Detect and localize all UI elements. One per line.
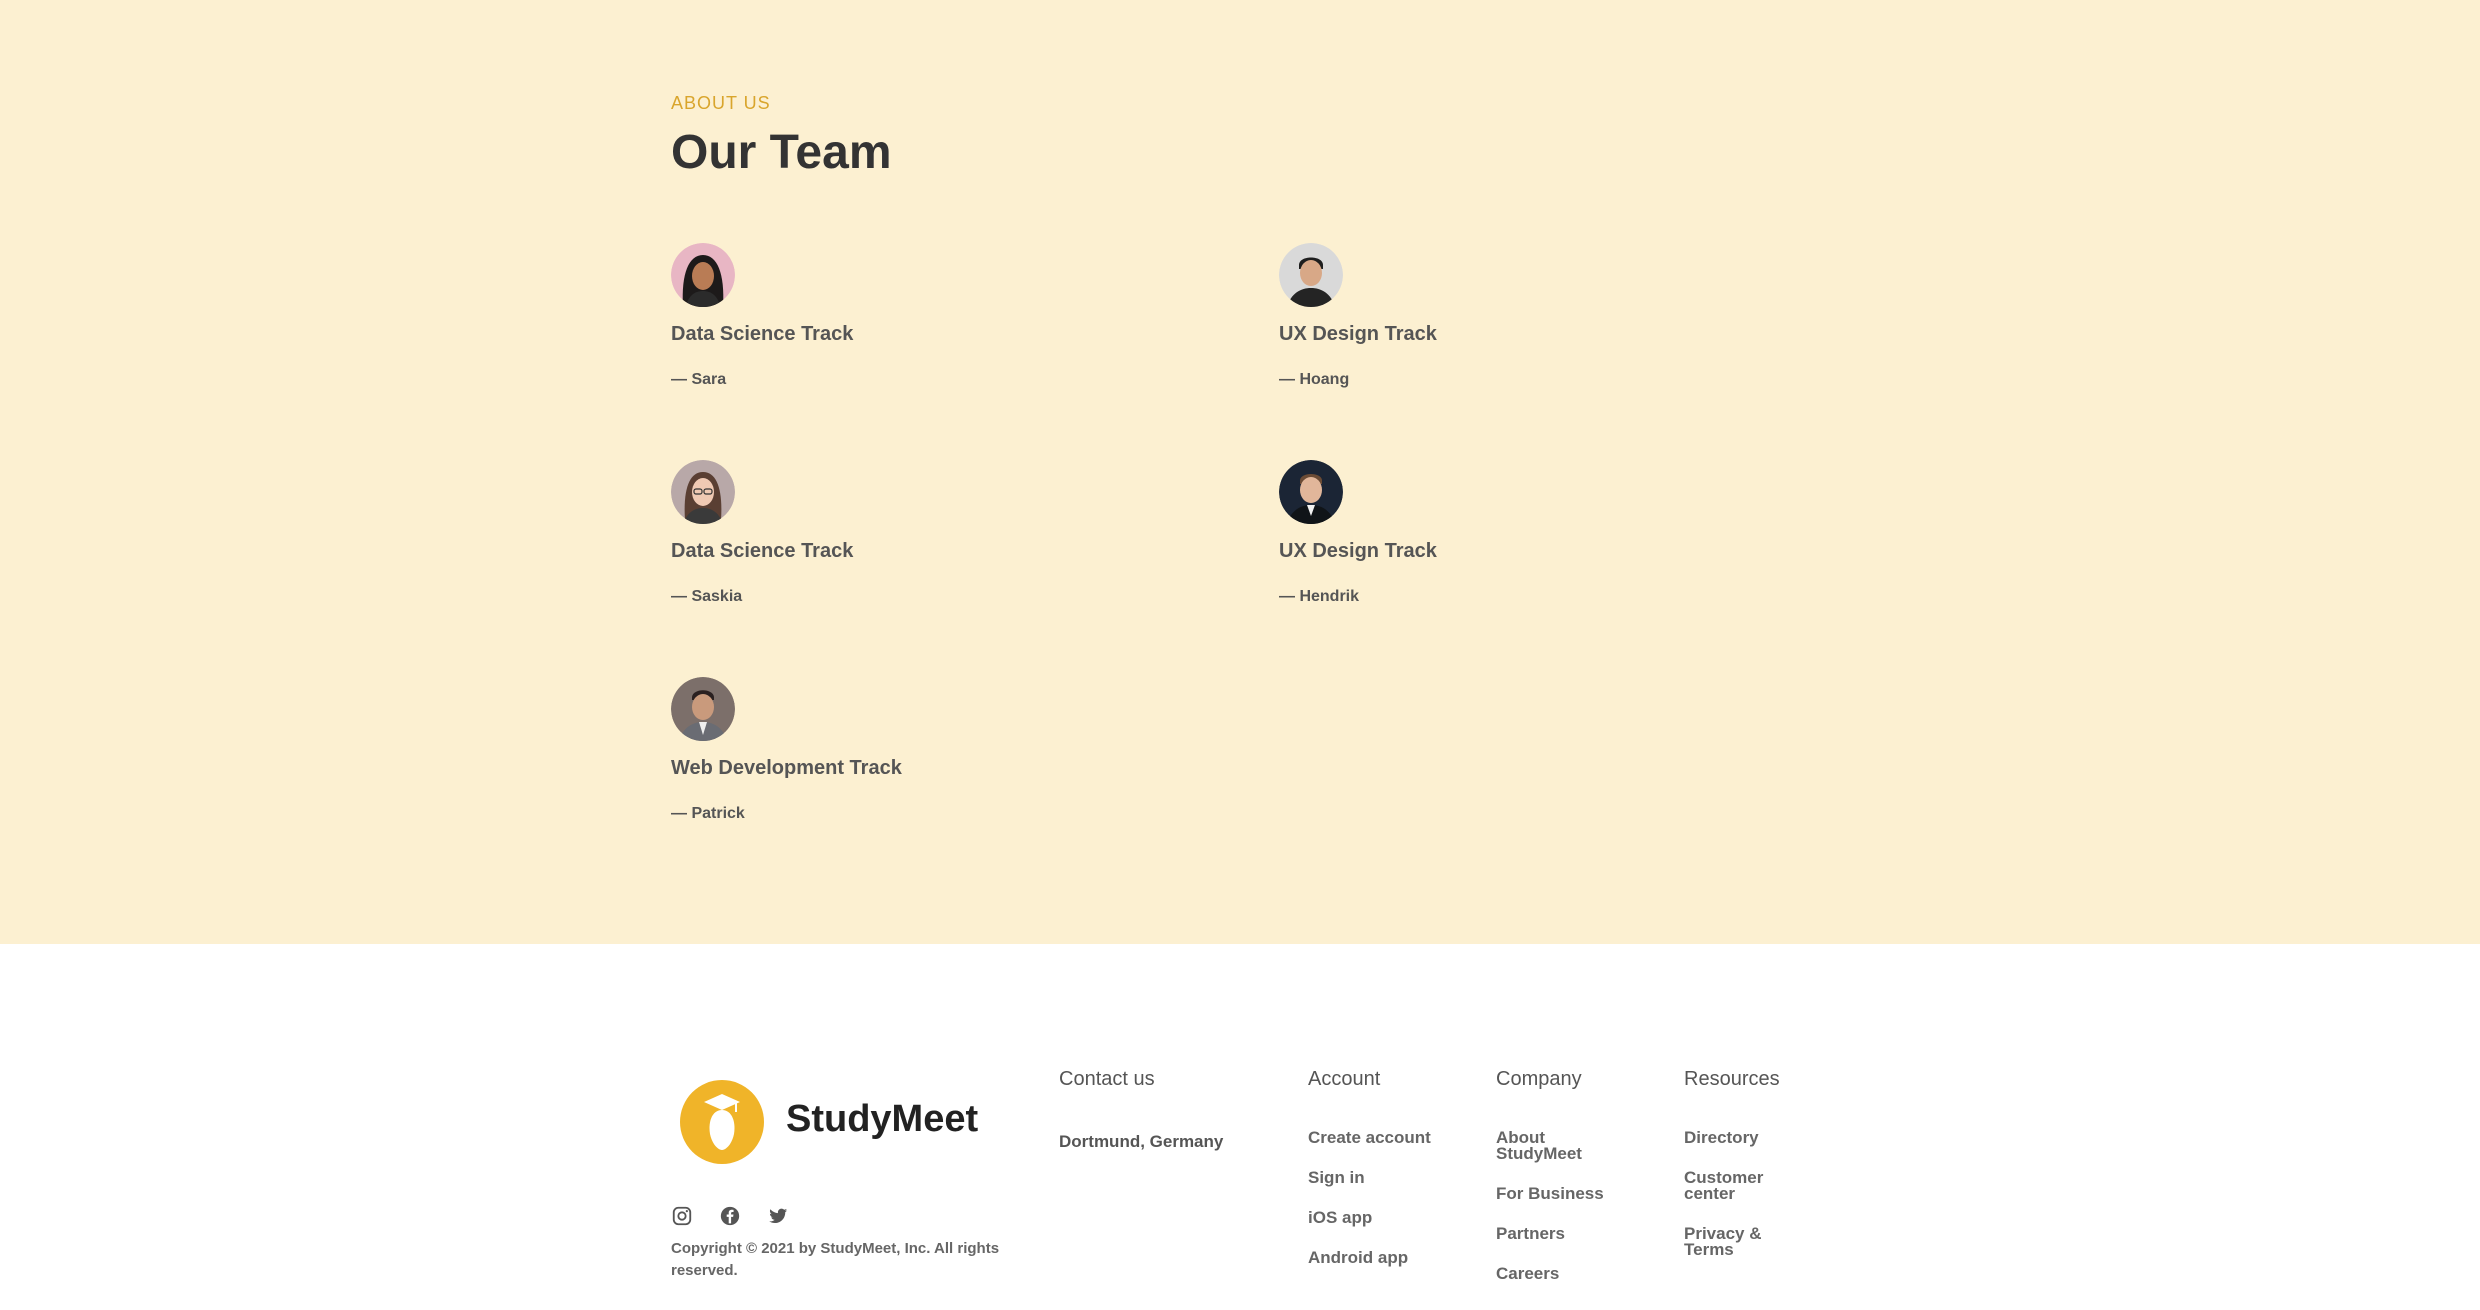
link-android-app[interactable]: Android app (1308, 1249, 1408, 1266)
member-name: — Hoang (1279, 371, 1350, 388)
avatar (1279, 460, 1343, 524)
link-careers[interactable]: Careers (1496, 1265, 1559, 1282)
facebook-icon[interactable] (719, 1205, 741, 1227)
section-eyebrow: ABOUT US (671, 93, 771, 113)
team-member-card: UX Design Track — Hoang (1279, 243, 1779, 388)
contact-address: Dortmund, Germany (1059, 1132, 1224, 1151)
team-member-card: UX Design Track — Hendrik (1279, 460, 1779, 605)
link-for-business[interactable]: For Business (1496, 1185, 1604, 1202)
member-name: — Hendrik (1279, 588, 1360, 605)
page-title: Our Team (671, 126, 892, 179)
team-member-card: Data Science Track — Saskia (671, 460, 1171, 605)
link-about-studymeet[interactable]: About StudyMeet (1496, 1129, 1606, 1162)
avatar (1279, 243, 1343, 307)
brand-name[interactable]: StudyMeet (786, 1098, 978, 1141)
member-track: UX Design Track (1279, 323, 1437, 345)
footer-contact-column: Contact us Dortmund, Germany (1059, 1068, 1223, 1151)
twitter-icon[interactable] (767, 1205, 789, 1227)
link-customer-center[interactable]: Customer center (1684, 1169, 1784, 1202)
member-name: — Patrick (671, 805, 745, 822)
member-track: Data Science Track (671, 323, 854, 345)
member-track: Data Science Track (671, 540, 854, 562)
footer-company-column: Company About StudyMeet For Business Par… (1496, 1068, 1636, 1282)
footer-account-column: Account Create account Sign in iOS app A… (1308, 1068, 1458, 1266)
team-member-card: Data Science Track — Sara (671, 243, 1171, 388)
footer-resources-column: Resources Directory Customer center Priv… (1684, 1068, 1824, 1258)
avatar (671, 243, 735, 307)
copyright-text: Copyright © 2021 by StudyMeet, Inc. All … (671, 1240, 1000, 1279)
avatar (671, 677, 735, 741)
team-member-card: Web Development Track — Patrick (671, 677, 1171, 822)
social-links (671, 1205, 789, 1227)
member-track: UX Design Track (1279, 540, 1437, 562)
member-track: Web Development Track (671, 757, 902, 779)
instagram-icon[interactable] (671, 1205, 693, 1227)
link-create-account[interactable]: Create account (1308, 1129, 1431, 1146)
avatar (671, 460, 735, 524)
company-heading: Company (1496, 1068, 1582, 1090)
link-directory[interactable]: Directory (1684, 1129, 1759, 1146)
member-name: — Sara (671, 371, 727, 388)
studymeet-logo-icon[interactable] (680, 1080, 764, 1164)
contact-heading: Contact us (1059, 1068, 1155, 1090)
link-sign-in[interactable]: Sign in (1308, 1169, 1365, 1186)
footer (0, 944, 2480, 1310)
link-ios-app[interactable]: iOS app (1308, 1209, 1372, 1226)
about-section: ABOUT US Our Team Data Science Track — S… (0, 0, 2480, 944)
account-heading: Account (1308, 1068, 1381, 1090)
member-name: — Saskia (671, 588, 743, 605)
link-partners[interactable]: Partners (1496, 1225, 1565, 1242)
resources-heading: Resources (1684, 1068, 1780, 1090)
link-privacy-terms[interactable]: Privacy & Terms (1684, 1225, 1784, 1258)
